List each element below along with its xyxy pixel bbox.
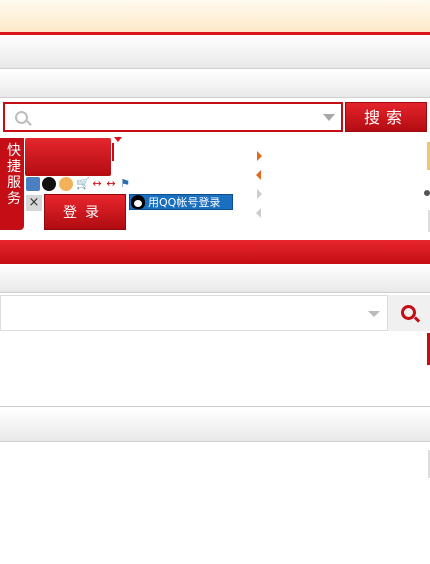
cart-icon[interactable]: 🛒 <box>76 177 90 191</box>
flag-icon[interactable]: ⚑ <box>118 177 132 191</box>
footer-band <box>0 409 430 442</box>
quick-service-char: 务 <box>7 191 21 207</box>
banner-divider <box>112 143 114 161</box>
search-icon <box>15 111 28 124</box>
login-banner <box>25 138 111 176</box>
search-input[interactable] <box>33 107 319 129</box>
quick-service-tab[interactable]: 快 捷 服 务 <box>0 138 24 230</box>
users-icon[interactable] <box>59 177 73 191</box>
sub-band <box>0 264 430 293</box>
search-icon <box>401 305 416 320</box>
divider <box>0 406 430 407</box>
caret-icon <box>114 137 122 142</box>
arrow-left-icon[interactable] <box>256 170 261 180</box>
search-box <box>3 102 343 132</box>
dot-icon <box>424 190 430 196</box>
quick-service-char: 快 <box>7 143 21 159</box>
quick-service-char: 捷 <box>7 159 21 175</box>
close-icon[interactable]: × <box>26 195 42 211</box>
top-banner <box>0 0 430 32</box>
search-button[interactable]: 搜索 <box>345 102 427 132</box>
quick-service-char: 服 <box>7 175 21 191</box>
arrow-right-icon[interactable] <box>257 189 262 199</box>
qq-icon[interactable] <box>42 177 56 191</box>
arrow-right-icon[interactable] <box>257 151 262 161</box>
qq-penguin-icon <box>131 195 145 209</box>
header-band <box>0 35 430 69</box>
arrow-left-icon[interactable] <box>256 208 261 218</box>
login-button[interactable]: 登录 <box>44 194 126 230</box>
red-nav-bar <box>0 240 430 264</box>
swap-icon[interactable]: ↔ <box>90 177 104 191</box>
chevron-down-icon[interactable] <box>323 114 335 121</box>
chevron-down-icon[interactable] <box>368 311 380 317</box>
arrows-icon[interactable]: ↔ <box>104 177 118 191</box>
search-input-secondary[interactable] <box>10 304 364 324</box>
nav-band <box>0 70 430 98</box>
monitor-icon[interactable] <box>26 177 40 191</box>
